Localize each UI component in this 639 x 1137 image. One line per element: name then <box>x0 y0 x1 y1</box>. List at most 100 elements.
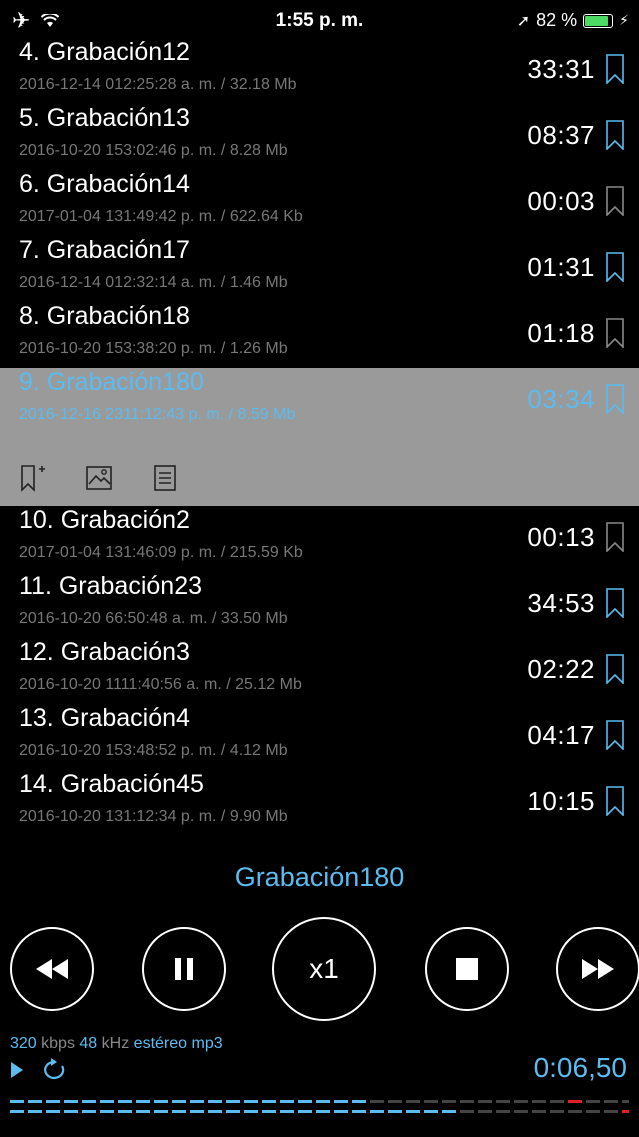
battery-percent: 82 % <box>536 10 578 30</box>
charging-icon: ⚡ <box>619 12 629 28</box>
meter-segment <box>280 1110 294 1113</box>
meter-segment <box>190 1110 204 1113</box>
speed-button[interactable]: x1 <box>272 917 376 1021</box>
notes-icon[interactable] <box>152 464 178 492</box>
meter-segment <box>28 1100 42 1103</box>
bookmark-icon[interactable] <box>605 120 625 150</box>
meter-segment <box>208 1110 222 1113</box>
meter-segment <box>550 1100 564 1103</box>
meter-segment <box>334 1110 348 1113</box>
meter-segment <box>136 1110 150 1113</box>
meter-segment <box>568 1100 582 1103</box>
meter-segment <box>586 1110 600 1113</box>
list-item[interactable]: 6. Grabación14 2017-01-04 131:49:42 p. m.… <box>0 170 639 236</box>
meter-segment <box>10 1110 24 1113</box>
list-item[interactable]: 11. Grabación23 2016-10-20 66:50:48 a. m.… <box>0 572 639 638</box>
list-item[interactable]: 10. Grabación2 2017-01-04 131:46:09 p. m.… <box>0 506 639 572</box>
list-item[interactable]: 7. Grabación17 2016-12-14 012:32:14 a. m.… <box>0 236 639 302</box>
repeat-icon[interactable] <box>42 1058 68 1082</box>
now-playing-title: Grabación180 <box>234 862 405 892</box>
meter-segment <box>370 1100 384 1103</box>
recording-duration: 00:13 <box>527 522 595 552</box>
recording-meta: 2016-10-20 66:50:48 a. m. / 33.50 Mb <box>19 610 288 627</box>
meter-segment <box>496 1100 510 1103</box>
list-item[interactable]: 5. Grabación13 2016-10-20 153:02:46 p. m.… <box>0 104 639 170</box>
speed-label: x1 <box>309 953 339 984</box>
meter-segment <box>172 1100 186 1103</box>
list-item[interactable]: 12. Grabación3 2016-10-20 1111:40:56 a. m… <box>0 638 639 704</box>
stop-icon <box>456 958 478 980</box>
meter-segment <box>442 1110 456 1113</box>
list-item[interactable]: 14. Grabación45 2016-10-20 131:12:34 p. m… <box>0 770 639 836</box>
bookmark-icon[interactable] <box>605 522 625 552</box>
status-right: ➚ 82 % ⚡ <box>517 10 629 31</box>
bookmark-icon[interactable] <box>605 720 625 750</box>
meter-segment <box>388 1110 402 1113</box>
pause-button[interactable] <box>142 927 226 1011</box>
list-item[interactable]: 13. Grabación4 2016-10-20 153:48:52 p. m.… <box>0 704 639 770</box>
meter-segment <box>622 1100 629 1103</box>
image-icon[interactable] <box>86 464 112 492</box>
meter-segment <box>460 1110 474 1113</box>
meter-segment <box>244 1100 258 1103</box>
recording-title: 8. Grabación18 <box>19 302 190 330</box>
recording-duration: 34:53 <box>527 588 595 618</box>
meter-segment <box>550 1110 564 1113</box>
recording-title: 9. Grabación180 <box>19 368 204 396</box>
meter-segment <box>82 1100 96 1103</box>
recording-title: 6. Grabación14 <box>19 170 190 198</box>
recording-meta: 2016-10-20 1111:40:56 a. m. / 25.12 Mb <box>19 676 302 693</box>
recording-title: 5. Grabación13 <box>19 104 190 132</box>
bookmark-icon[interactable] <box>605 786 625 816</box>
recording-meta: 2016-12-14 012:32:14 a. m. / 1.46 Mb <box>19 274 288 291</box>
recording-title: 4. Grabación12 <box>19 38 190 66</box>
meter-segment <box>46 1100 60 1103</box>
recording-duration: 01:31 <box>527 252 595 282</box>
meter-segment <box>172 1110 186 1113</box>
row-actions <box>20 464 178 492</box>
status-bar: ✈ 1:55 p. m. ➚ 82 % ⚡ <box>0 0 639 38</box>
meter-segment <box>460 1100 474 1103</box>
meter-segment <box>136 1100 150 1103</box>
meter-segment <box>64 1110 78 1113</box>
meter-segment <box>244 1110 258 1113</box>
bookmark-icon[interactable] <box>605 252 625 282</box>
recording-title: 11. Grabación23 <box>19 572 202 600</box>
meter-segment <box>298 1110 312 1113</box>
meter-segment <box>28 1110 42 1113</box>
meter-segment <box>154 1100 168 1103</box>
meter-segment <box>622 1110 629 1113</box>
recording-title: 10. Grabación2 <box>19 506 190 534</box>
meter-segment <box>568 1110 582 1113</box>
recording-duration: 33:31 <box>527 54 595 84</box>
meter-segment <box>64 1100 78 1103</box>
meter-segment <box>586 1100 600 1103</box>
location-arrow-icon: ➚ <box>516 12 531 30</box>
meter-segment <box>82 1110 96 1113</box>
recording-meta: 2016-12-14 012:25:28 a. m. / 32.18 Mb <box>19 76 297 93</box>
stop-button[interactable] <box>425 927 509 1011</box>
recordings-list[interactable]: 4. Grabación12 2016-12-14 012:25:28 a. m.… <box>0 38 639 836</box>
meter-segment <box>316 1110 330 1113</box>
fast-forward-button[interactable] <box>556 927 639 1011</box>
meter-segment <box>478 1100 492 1103</box>
bookmark-icon[interactable] <box>605 186 625 216</box>
pause-icon <box>175 958 193 980</box>
bookmark-icon[interactable] <box>605 384 625 414</box>
rewind-button[interactable] <box>10 927 94 1011</box>
list-item[interactable]: 4. Grabación12 2016-12-14 012:25:28 a. m.… <box>0 38 639 104</box>
play-icon[interactable] <box>10 1061 24 1079</box>
meter-segment <box>424 1110 438 1113</box>
bookmark-icon[interactable] <box>605 654 625 684</box>
play-options <box>10 1058 68 1082</box>
bookmark-icon[interactable] <box>605 54 625 84</box>
bookmark-icon[interactable] <box>605 588 625 618</box>
list-item-selected[interactable]: 9. Grabación180 2016-12-16 2311:12:43 p. … <box>0 368 639 506</box>
meter-segment <box>280 1100 294 1103</box>
rewind-icon <box>36 959 68 979</box>
meter-segment <box>604 1100 618 1103</box>
add-bookmark-icon[interactable] <box>20 464 46 492</box>
list-item[interactable]: 8. Grabación18 2016-10-20 153:38:20 p. m.… <box>0 302 639 368</box>
bookmark-icon[interactable] <box>605 318 625 348</box>
player-controls: x1 <box>0 915 639 1025</box>
